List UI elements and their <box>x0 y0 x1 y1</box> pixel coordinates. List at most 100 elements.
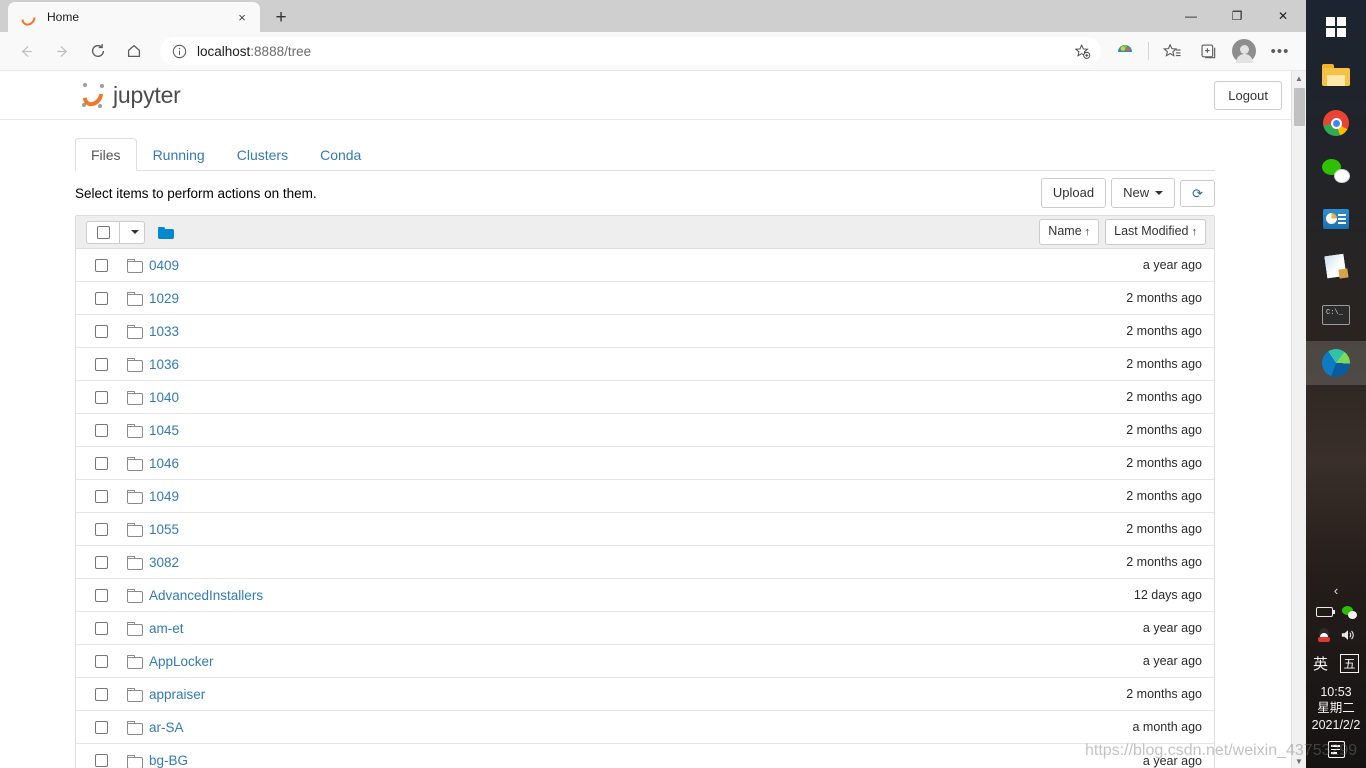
folder-link[interactable]: 1055 <box>149 522 179 537</box>
table-row[interactable]: 1033 2 months ago <box>76 315 1214 348</box>
row-checkbox[interactable] <box>95 720 108 734</box>
minimize-window-button[interactable]: — <box>1168 0 1214 32</box>
scroll-up-icon[interactable]: ▲ <box>1292 71 1306 85</box>
tab-files[interactable]: Files <box>75 138 137 171</box>
show-hidden-icons-icon[interactable]: ‹ <box>1334 583 1338 598</box>
row-checkbox[interactable] <box>95 555 108 569</box>
address-bar[interactable]: localhost:8888/tree <box>160 37 1101 65</box>
volume-icon[interactable] <box>1340 628 1356 644</box>
row-checkbox[interactable] <box>95 588 108 602</box>
close-window-button[interactable]: ✕ <box>1260 0 1306 32</box>
browser-tab[interactable]: Home × <box>8 2 260 32</box>
close-tab-icon[interactable]: × <box>232 7 252 27</box>
table-row[interactable]: 1029 2 months ago <box>76 282 1214 315</box>
folder-link[interactable]: 0409 <box>149 258 179 273</box>
folder-link[interactable]: 3082 <box>149 555 179 570</box>
upload-button[interactable]: Upload <box>1040 178 1107 208</box>
table-row[interactable]: 1049 2 months ago <box>76 480 1214 513</box>
table-row[interactable]: appraiser 2 months ago <box>76 678 1214 711</box>
wechat-tray-icon[interactable] <box>1341 605 1357 619</box>
new-button[interactable]: New <box>1111 178 1176 208</box>
taskbar-google-chrome[interactable] <box>1314 101 1358 145</box>
logout-button[interactable]: Logout <box>1214 80 1282 110</box>
table-row[interactable]: 1036 2 months ago <box>76 348 1214 381</box>
qq-penguin-icon[interactable] <box>1317 627 1331 644</box>
taskbar-command-prompt[interactable] <box>1314 293 1358 337</box>
taskbar-clock[interactable]: 10:53 星期二 2021/2/2 <box>1312 684 1361 734</box>
folder-link[interactable]: appraiser <box>149 687 205 702</box>
back-button[interactable] <box>11 37 41 65</box>
jupyter-logo[interactable]: jupyter <box>78 81 181 111</box>
favorites-icon[interactable] <box>1157 37 1187 65</box>
table-row[interactable]: 3082 2 months ago <box>76 546 1214 579</box>
forward-button[interactable] <box>47 37 77 65</box>
table-row[interactable]: 1040 2 months ago <box>76 381 1214 414</box>
folder-link[interactable]: 1036 <box>149 357 179 372</box>
folder-link[interactable]: 1049 <box>149 489 179 504</box>
home-button[interactable] <box>119 37 149 65</box>
scrollbar-thumb[interactable] <box>1294 88 1305 126</box>
scroll-down-icon[interactable]: ▼ <box>1292 754 1306 768</box>
folder-link[interactable]: 1045 <box>149 423 179 438</box>
page-scrollbar[interactable]: ▲ ▼ <box>1291 71 1306 768</box>
folder-link[interactable]: bg-BG <box>149 753 188 768</box>
row-checkbox[interactable] <box>95 423 108 437</box>
table-row[interactable]: 0409 a year ago <box>76 249 1214 282</box>
taskbar-powerpoint[interactable] <box>1314 197 1358 241</box>
table-row[interactable]: 1055 2 months ago <box>76 513 1214 546</box>
collections-icon[interactable] <box>1193 37 1223 65</box>
folder-link[interactable]: am-et <box>149 621 184 636</box>
sort-by-name-button[interactable]: Name ↑ <box>1039 219 1100 245</box>
site-info-icon[interactable] <box>170 42 188 60</box>
folder-link[interactable]: AdvancedInstallers <box>149 588 263 603</box>
folder-link[interactable]: ar-SA <box>149 720 184 735</box>
select-all-checkbox[interactable] <box>96 225 110 239</box>
select-all-checkbox-cell[interactable] <box>87 222 119 243</box>
row-checkbox[interactable] <box>95 522 108 536</box>
select-all-group[interactable] <box>86 220 145 244</box>
table-row[interactable]: 1045 2 months ago <box>76 414 1214 447</box>
folder-link[interactable]: 1046 <box>149 456 179 471</box>
reload-button[interactable] <box>83 37 113 65</box>
taskbar-microsoft-edge[interactable] <box>1306 341 1366 385</box>
ime-language-indicator[interactable]: 英 <box>1313 653 1328 674</box>
select-dropdown-button[interactable] <box>119 221 144 243</box>
row-checkbox[interactable] <box>95 324 108 338</box>
battery-icon[interactable] <box>1315 607 1335 617</box>
taskbar-notepad[interactable] <box>1314 245 1358 289</box>
row-checkbox[interactable] <box>95 489 108 503</box>
refresh-button[interactable]: ⟳ <box>1180 179 1215 207</box>
row-checkbox[interactable] <box>95 621 108 635</box>
table-row[interactable]: ar-SA a month ago <box>76 711 1214 744</box>
row-checkbox[interactable] <box>95 291 108 305</box>
table-row[interactable]: am-et a year ago <box>76 612 1214 645</box>
table-row[interactable]: AdvancedInstallers 12 days ago <box>76 579 1214 612</box>
taskbar-file-explorer[interactable] <box>1314 53 1358 97</box>
sort-by-modified-button[interactable]: Last Modified ↑ <box>1105 219 1206 245</box>
folder-link[interactable]: AppLocker <box>149 654 214 669</box>
extension-icon[interactable] <box>1110 37 1140 65</box>
new-tab-button[interactable]: + <box>266 4 296 32</box>
row-checkbox[interactable] <box>95 654 108 668</box>
tab-running[interactable]: Running <box>137 138 221 171</box>
add-favorite-icon[interactable] <box>1069 38 1095 64</box>
settings-more-icon[interactable]: ••• <box>1265 37 1295 65</box>
maximize-window-button[interactable]: ❐ <box>1214 0 1260 32</box>
row-checkbox[interactable] <box>95 754 108 767</box>
start-button[interactable] <box>1314 5 1358 49</box>
folder-link[interactable]: 1033 <box>149 324 179 339</box>
taskbar-wechat[interactable] <box>1314 149 1358 193</box>
tab-clusters[interactable]: Clusters <box>221 138 304 171</box>
row-checkbox[interactable] <box>95 258 108 272</box>
row-checkbox[interactable] <box>95 357 108 371</box>
table-row[interactable]: bg-BG a year ago <box>76 744 1214 768</box>
tab-conda[interactable]: Conda <box>304 138 377 171</box>
table-row[interactable]: 1046 2 months ago <box>76 447 1214 480</box>
table-row[interactable]: AppLocker a year ago <box>76 645 1214 678</box>
row-checkbox[interactable] <box>95 390 108 404</box>
folder-icon[interactable] <box>158 226 174 239</box>
folder-link[interactable]: 1040 <box>149 390 179 405</box>
row-checkbox[interactable] <box>95 687 108 701</box>
notification-center-button[interactable] <box>1306 733 1366 764</box>
ime-mode-indicator[interactable]: 五 <box>1340 653 1359 673</box>
